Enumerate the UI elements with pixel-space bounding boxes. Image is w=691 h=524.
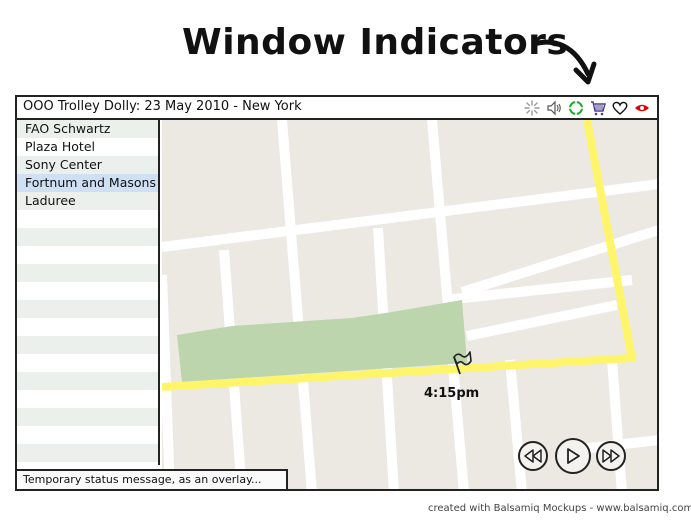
- window-title: OOO Trolley Dolly: 23 May 2010 - New Yor…: [23, 99, 302, 114]
- list-item-empty: [17, 300, 158, 318]
- list-item-empty: [17, 336, 158, 354]
- list-item-empty: [17, 318, 158, 336]
- road: [465, 300, 619, 341]
- rewind-icon: [524, 449, 542, 463]
- title-bar: OOO Trolley Dolly: 23 May 2010 - New Yor…: [17, 97, 657, 120]
- list-item-empty: [17, 264, 158, 282]
- list-item-empty: [17, 228, 158, 246]
- road: [162, 274, 175, 489]
- list-item[interactable]: Laduree: [17, 192, 158, 210]
- list-item-empty: [17, 390, 158, 408]
- location-list[interactable]: FAO Schwartz Plaza Hotel Sony Center Fortnu…: [17, 120, 160, 465]
- app-window: OOO Trolley Dolly: 23 May 2010 - New Yor…: [15, 95, 659, 491]
- fast-forward-icon: [602, 449, 620, 463]
- annotation-heading: Window Indicators: [182, 22, 569, 63]
- map-canvas: [162, 120, 657, 489]
- list-item-empty: [17, 210, 158, 228]
- list-item-empty: [17, 444, 158, 462]
- speaker-icon[interactable]: [545, 100, 563, 116]
- map-view[interactable]: [162, 120, 657, 489]
- road: [277, 120, 317, 489]
- road: [162, 179, 657, 252]
- shopping-cart-icon[interactable]: [589, 100, 607, 116]
- list-item[interactable]: Fortnum and Masons: [17, 174, 158, 192]
- fast-forward-button[interactable]: [596, 441, 626, 471]
- play-icon: [567, 448, 580, 464]
- footer-credit: created with Balsamiq Mockups - www.bals…: [428, 503, 691, 514]
- list-item[interactable]: Sony Center: [17, 156, 158, 174]
- list-item-empty: [17, 282, 158, 300]
- curved-arrow-icon: [531, 39, 597, 85]
- play-button[interactable]: [555, 438, 591, 474]
- sync-icon[interactable]: [567, 100, 585, 116]
- window-indicators: [523, 100, 651, 116]
- list-item[interactable]: Plaza Hotel: [17, 138, 158, 156]
- marker-time-label: 4:15pm: [424, 386, 480, 401]
- loading-spinner-icon[interactable]: [523, 100, 541, 116]
- eye-icon[interactable]: [633, 100, 651, 116]
- list-item-empty: [17, 354, 158, 372]
- list-item-empty: [17, 246, 158, 264]
- road: [505, 359, 527, 489]
- status-overlay: Temporary status message, as an overlay.…: [15, 469, 288, 491]
- list-item-empty: [17, 372, 158, 390]
- list-item[interactable]: FAO Schwartz: [17, 120, 158, 138]
- list-item-empty: [17, 426, 158, 444]
- list-item-empty: [17, 408, 158, 426]
- heart-icon[interactable]: [611, 100, 629, 116]
- rewind-button[interactable]: [518, 441, 548, 471]
